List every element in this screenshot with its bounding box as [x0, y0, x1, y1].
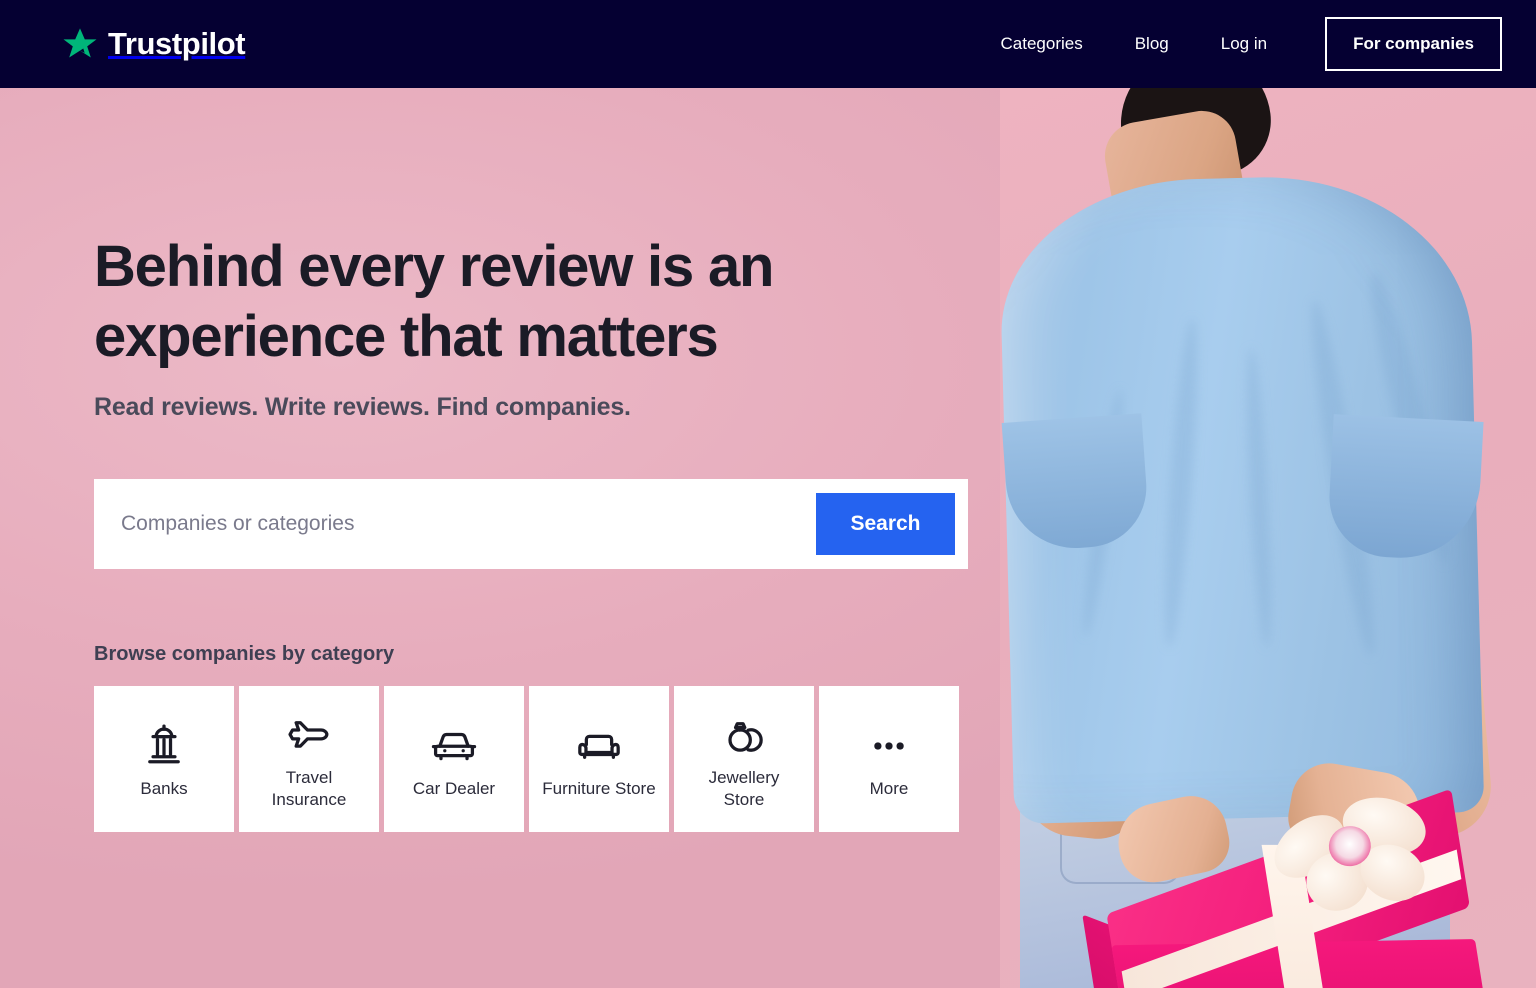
top-navigation-bar: Trustpilot Categories Blog Log in For co…: [0, 0, 1536, 88]
rings-icon: [721, 707, 767, 763]
search-input[interactable]: [107, 512, 816, 536]
hero-photo-man-with-gift: [1000, 88, 1536, 988]
page-root: Trustpilot Categories Blog Log in For co…: [0, 0, 1536, 988]
hero-subtitle: Read reviews. Write reviews. Find compan…: [94, 393, 631, 422]
category-card-banks[interactable]: Banks: [94, 686, 234, 832]
page-title: Behind every review is an experience tha…: [94, 234, 774, 369]
nav-links: Categories Blog Log in For companies: [975, 0, 1519, 88]
search-button[interactable]: Search: [816, 493, 955, 555]
car-icon: [431, 718, 477, 774]
logo-text: Trustpilot: [108, 26, 246, 61]
ellipsis-icon: [866, 718, 912, 774]
category-label: Car Dealer: [412, 779, 496, 799]
nav-link-categories[interactable]: Categories: [975, 0, 1109, 88]
category-card-jewellery-store[interactable]: Jewellery Store: [674, 686, 814, 832]
category-label: Travel Insurance: [271, 768, 347, 809]
nav-link-blog[interactable]: Blog: [1109, 0, 1195, 88]
category-label: Jewellery Store: [708, 768, 780, 809]
category-card-more[interactable]: More: [819, 686, 959, 832]
bank-icon: [141, 718, 187, 774]
trustpilot-logo[interactable]: Trustpilot: [62, 26, 246, 62]
nav-link-login[interactable]: Log in: [1195, 0, 1293, 88]
category-card-row: Banks Travel Insurance Car Dealer Furnit…: [94, 686, 959, 832]
category-card-car-dealer[interactable]: Car Dealer: [384, 686, 524, 832]
search-bar: Search: [94, 479, 968, 569]
sofa-icon: [576, 718, 622, 774]
hero-text-block: Behind every review is an experience tha…: [94, 232, 974, 422]
for-companies-button[interactable]: For companies: [1325, 17, 1502, 71]
browse-categories-label: Browse companies by category: [94, 643, 395, 665]
star-icon: [62, 26, 98, 62]
category-label: Banks: [140, 779, 188, 799]
airplane-icon: [286, 707, 332, 763]
category-label: Furniture Store: [542, 779, 656, 799]
category-card-furniture-store[interactable]: Furniture Store: [529, 686, 669, 832]
category-label: More: [869, 779, 909, 799]
category-card-travel-insurance[interactable]: Travel Insurance: [239, 686, 379, 832]
